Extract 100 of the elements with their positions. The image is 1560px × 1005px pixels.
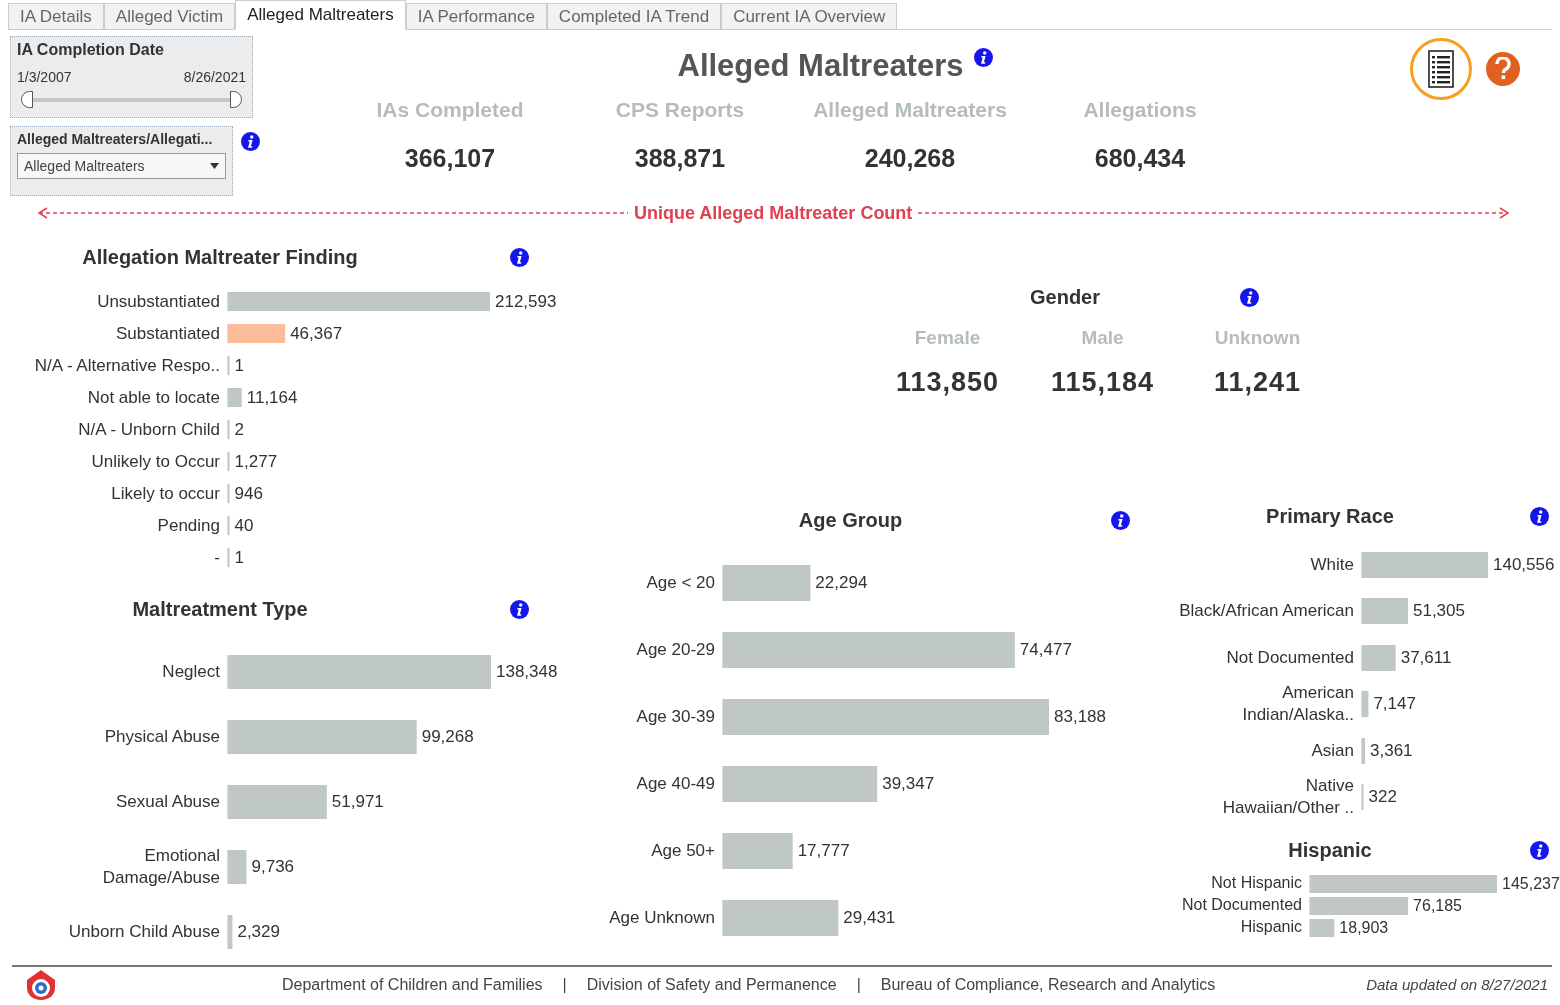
value-label: 9,736	[250, 857, 295, 878]
kpi-label: Allegations	[1082, 98, 1198, 122]
value-label: 212,593	[494, 291, 557, 312]
bar-label: White	[1309, 553, 1355, 576]
separator: |	[562, 975, 567, 994]
value-label: 17,777	[796, 841, 850, 862]
separator: |	[856, 975, 861, 994]
value-label: 140,556	[1492, 554, 1555, 575]
value-label: 1	[233, 355, 244, 376]
bar-label: Age Unknown	[608, 907, 716, 930]
value-label: 322	[1367, 787, 1397, 808]
bar-label: Asian	[1310, 739, 1355, 762]
range-slider[interactable]	[21, 91, 242, 109]
dashboard-title: Alleged Maltreaters	[677, 48, 964, 84]
info-icon[interactable]	[510, 600, 529, 620]
value-label: 46,367	[289, 323, 343, 344]
bar-label: Pending	[156, 514, 221, 537]
info-icon[interactable]	[241, 132, 260, 151]
chart-title: Maltreatment Type	[131, 598, 309, 622]
value-label: 1,277	[233, 451, 278, 472]
gender-label: Male	[1080, 326, 1125, 349]
bar-label: Age 50+	[650, 840, 716, 863]
dropdown[interactable]: Alleged Maltreaters	[17, 153, 226, 179]
list-icon[interactable]	[1410, 38, 1472, 100]
info-icon[interactable]	[510, 248, 529, 268]
gender-value: 11,241	[1212, 366, 1303, 398]
update-note: Data updated on 8/27/2021	[1366, 976, 1549, 994]
value-label: 145,237	[1501, 874, 1560, 893]
tab[interactable]: IA Details	[8, 3, 104, 29]
value-label: 37,611	[1399, 647, 1452, 668]
bar-label: N/A - Alternative Respo..	[33, 354, 221, 377]
kpi-label: Alleged Maltreaters	[812, 98, 1008, 122]
tab[interactable]: Alleged Victim	[103, 3, 236, 29]
bar-label: Physical Abuse	[103, 726, 221, 749]
gender-label: Female	[913, 326, 982, 349]
filter-title: Alleged Maltreaters/Allegati...	[17, 131, 214, 147]
bar-label: Sexual Abuse	[115, 791, 221, 814]
bar-label: Not able to locate	[86, 386, 221, 409]
bar-label: Substantiated	[115, 322, 221, 345]
bar-label: American Indian/Alaska..	[1241, 682, 1355, 727]
bar-label: Likely to occur	[110, 482, 221, 505]
caret-icon	[210, 163, 219, 169]
info-icon[interactable]	[1530, 507, 1549, 527]
value-label: 39,347	[881, 774, 935, 795]
kpi-label: CPS Reports	[614, 98, 746, 122]
help-icon[interactable]	[1486, 52, 1520, 86]
value-label: 51,971	[330, 792, 384, 813]
info-icon[interactable]	[1240, 287, 1260, 307]
chart-title: Allegation Maltreater Finding	[81, 246, 359, 270]
value-label: 51,305	[1412, 601, 1465, 622]
bar-label: Unsubstantiated	[96, 290, 221, 313]
bar-label: Unlikely to Occur	[90, 450, 221, 473]
value-label: 40	[233, 515, 254, 536]
bar-label: Age 40-49	[635, 773, 716, 796]
end-date: 8/26/2021	[183, 69, 246, 85]
kpi-value: 388,871	[633, 144, 727, 173]
logo-icon	[24, 967, 58, 1002]
tab[interactable]: Current IA Overview	[721, 3, 898, 29]
value-label: 946	[233, 483, 263, 504]
chart-title: Hispanic	[1287, 839, 1373, 863]
bar-label: Not Documented	[1180, 895, 1303, 916]
info-icon[interactable]	[973, 48, 993, 67]
bar-label: N/A - Unborn Child	[77, 418, 221, 441]
bar-label: Not Documented	[1225, 646, 1355, 669]
tab[interactable]: Alleged Maltreaters	[235, 0, 406, 30]
bar-label: Black/African American	[1178, 600, 1355, 623]
value-label: 22,294	[814, 573, 868, 594]
bar-label: -	[213, 546, 221, 569]
value-label: 2,329	[236, 922, 280, 943]
info-icon[interactable]	[1530, 841, 1549, 861]
value-label: 2	[233, 419, 244, 440]
value-label: 3,361	[1369, 740, 1413, 761]
bar-label: Neglect	[161, 661, 221, 684]
value-label: 76,185	[1412, 896, 1462, 915]
bar-label: Native Hawaiian/Other ..	[1221, 775, 1355, 820]
tab[interactable]: IA Performance	[405, 3, 547, 29]
bar-label: Age < 20	[645, 572, 716, 595]
section-title: Gender	[1030, 285, 1101, 309]
value-label: 99,268	[420, 727, 474, 748]
value-label: 138,348	[495, 662, 558, 683]
kpi-value: 366,107	[403, 144, 497, 173]
slider-handle[interactable]	[21, 91, 33, 108]
value-label: 18,903	[1338, 918, 1389, 937]
section-label: Unique Alleged Maltreater Count	[634, 202, 913, 224]
info-icon[interactable]	[1111, 511, 1130, 531]
start-date: 1/3/2007	[17, 69, 72, 85]
gender-value: 113,850	[894, 366, 1001, 398]
bar-label: Hispanic	[1239, 917, 1303, 938]
slider-handle[interactable]	[230, 91, 242, 108]
value-label: 74,477	[1018, 640, 1072, 661]
tab[interactable]: Completed IA Trend	[546, 3, 722, 29]
bar-label: Not Hispanic	[1210, 873, 1303, 894]
bar-label: Unborn Child Abuse	[67, 921, 221, 944]
gender-label: Unknown	[1213, 326, 1302, 349]
chart-title: Age Group	[797, 509, 904, 533]
kpi-value: 680,434	[1093, 144, 1187, 173]
kpi-value: 240,268	[863, 144, 957, 173]
value-label: 11,164	[245, 387, 298, 408]
footer-text: Bureau of Compliance, Research and Analytics	[880, 975, 1216, 994]
value-label: 1	[233, 547, 244, 568]
